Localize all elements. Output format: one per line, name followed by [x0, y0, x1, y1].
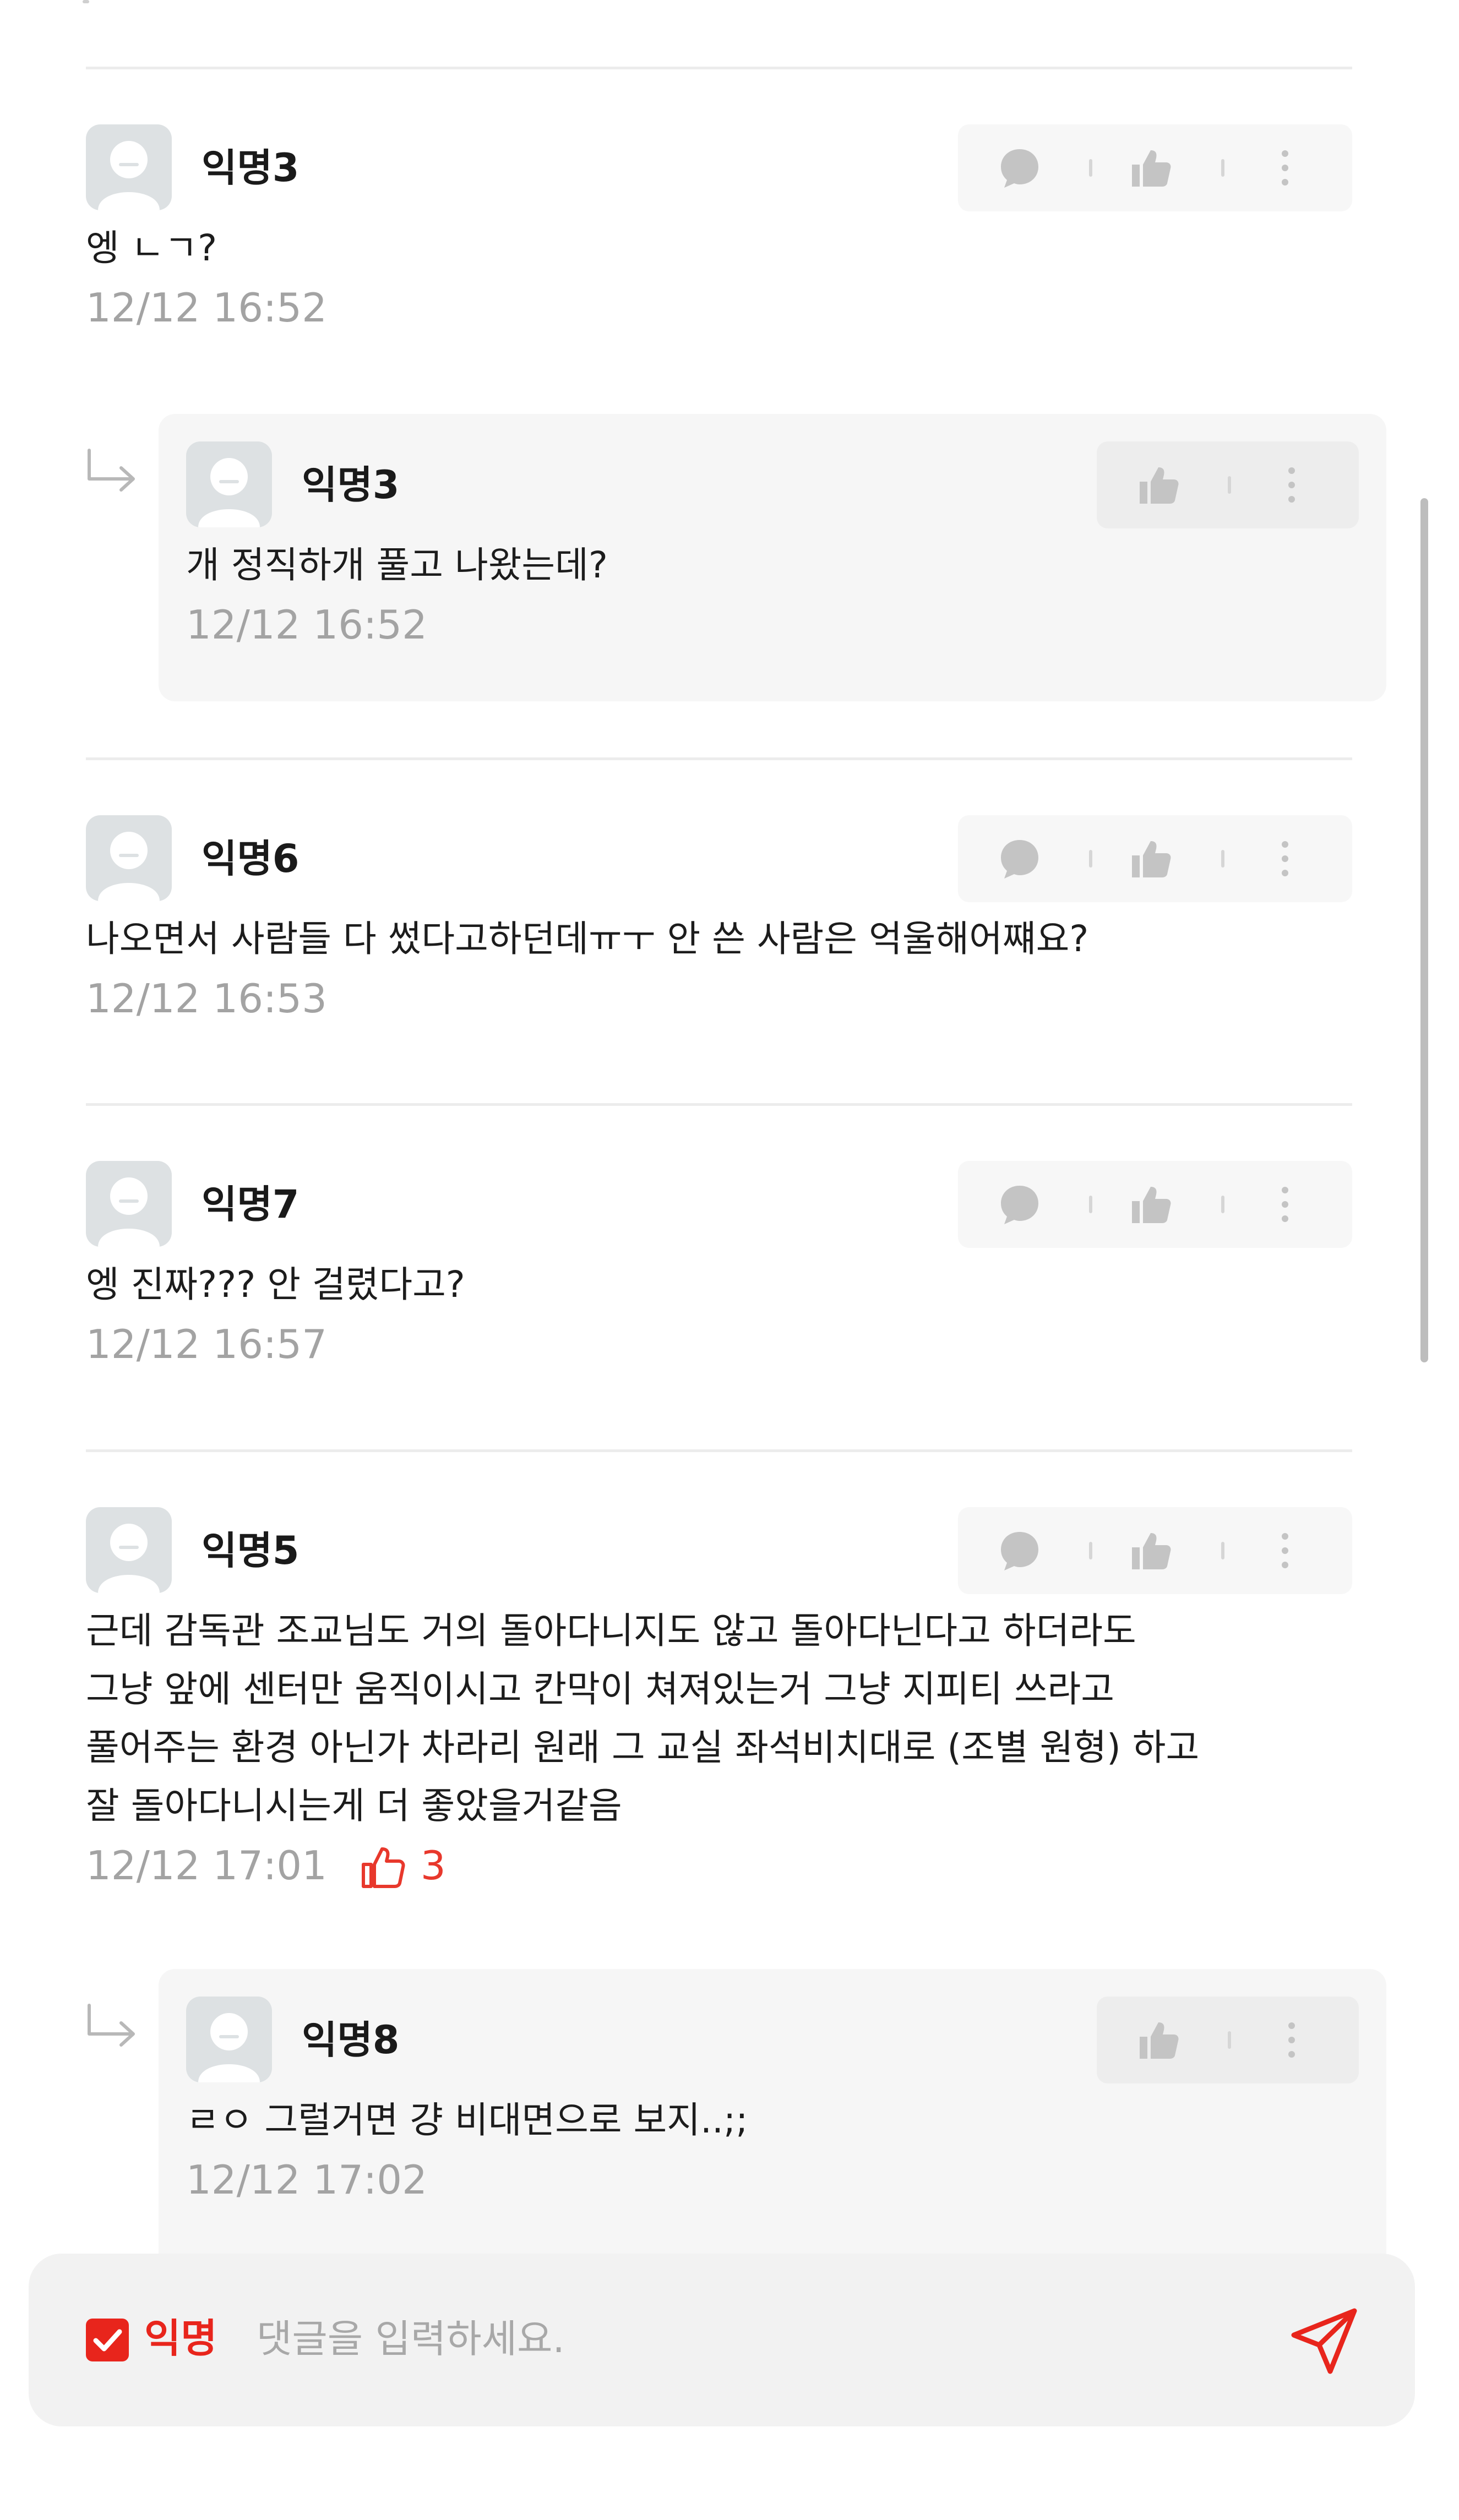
vertical-dots-icon[interactable]	[1263, 1182, 1307, 1226]
comment-text: 근데 감독관 조교님도 거의 돌아다니지도 않고 돌아다닌다고 하더라도 그냥 …	[86, 1610, 1200, 1827]
comment-author: 익명5	[202, 1528, 300, 1573]
vertical-dots-icon[interactable]	[1263, 837, 1307, 881]
speech-bubble-icon[interactable]	[998, 1182, 1042, 1226]
avatar-icon	[86, 1507, 172, 1593]
avatar-icon	[186, 441, 272, 527]
comment-timestamp: 12/12 17:01	[86, 1842, 327, 1889]
thumbs-up-icon[interactable]	[1130, 837, 1174, 881]
divider	[86, 1449, 1352, 1452]
vertical-dots-icon[interactable]	[1270, 463, 1314, 507]
comment: 익명7 엥 진짜??? 안 걸렸다고? 12/12 16:57	[86, 1161, 1352, 1374]
reply-actions	[1097, 441, 1359, 528]
avatar-icon	[86, 124, 172, 210]
reply: 익명8 ㄹㅇ 그럴거면 걍 비대면으로 보지..;; 12/12 17:02	[159, 1969, 1386, 2266]
comment-actions	[958, 1507, 1352, 1594]
comment-author: 익명3	[202, 145, 300, 190]
thumbs-up-outline-icon	[361, 1847, 405, 1889]
comment-text: 엥 ㄴㄱ?	[86, 227, 217, 269]
thumbs-up-icon[interactable]	[1137, 463, 1182, 507]
reply-timestamp: 12/12 17:02	[186, 2157, 427, 2203]
speech-bubble-icon[interactable]	[998, 1529, 1042, 1573]
reply-text: ㄹㅇ 그럴거면 걍 비대면으로 보지..;;	[186, 2099, 748, 2141]
comment: 익명6 나오면서 사람들 다 썼다고하던데ㅠㅜ 안 쓴 사람은 억울해어쨰요? …	[86, 815, 1352, 1029]
reply: 익명3 개 정직하개 풀고 나왔는데? 12/12 16:52	[159, 414, 1386, 701]
previous-comment-edge	[83, 0, 105, 7]
scrollbar[interactable]	[1420, 498, 1428, 1362]
comment: 익명3 엥 ㄴㄱ? 12/12 16:52	[86, 124, 1352, 338]
thumbs-up-icon[interactable]	[1130, 1529, 1174, 1573]
divider	[86, 67, 1352, 69]
anonymous-label[interactable]: 익명	[144, 2311, 217, 2366]
reply-text: 개 정직하개 풀고 나왔는데?	[186, 544, 608, 586]
comment-author: 익명6	[202, 836, 300, 881]
like-count[interactable]: 3	[358, 1835, 446, 1896]
comment-actions	[958, 124, 1352, 211]
comment-text: 나오면서 사람들 다 썼다고하던데ㅠㅜ 안 쓴 사람은 억울해어쨰요?	[86, 918, 1089, 960]
comment-actions	[958, 1161, 1352, 1248]
comment-meta: 12/12 17:01 3	[86, 1835, 1352, 1896]
reply-author: 익명3	[302, 462, 400, 508]
comment-actions	[958, 815, 1352, 902]
reply-arrow-icon	[88, 2004, 135, 2047]
avatar-icon	[86, 1161, 172, 1247]
comment-timestamp: 12/12 16:57	[86, 1321, 327, 1367]
thumbs-up-icon[interactable]	[1130, 146, 1174, 190]
reply-actions	[1097, 1997, 1359, 2083]
divider	[86, 1103, 1352, 1106]
speech-bubble-icon[interactable]	[998, 837, 1042, 881]
comment-author: 익명7	[202, 1182, 300, 1227]
comment-timestamp: 12/12 16:52	[86, 285, 327, 331]
vertical-dots-icon[interactable]	[1263, 1529, 1307, 1573]
comment-text: 엥 진짜??? 안 걸렸다고?	[86, 1263, 465, 1306]
thumbs-up-icon[interactable]	[1130, 1182, 1174, 1226]
avatar-icon	[186, 1997, 272, 2082]
checkbox-checked-icon[interactable]	[86, 2319, 129, 2361]
comment-composer: 익명	[29, 2254, 1415, 2426]
paper-plane-icon	[1291, 2308, 1357, 2374]
reply-arrow-icon	[88, 449, 135, 492]
speech-bubble-icon[interactable]	[998, 146, 1042, 190]
comment-input[interactable]	[257, 2309, 1259, 2369]
reply-author: 익명8	[302, 2017, 400, 2063]
vertical-dots-icon[interactable]	[1270, 2018, 1314, 2062]
avatar-icon	[86, 815, 172, 901]
comment: 익명5 근데 감독관 조교님도 거의 돌아다니지도 않고 돌아다닌다고 하더라도…	[86, 1507, 1352, 1896]
divider	[86, 757, 1352, 760]
vertical-dots-icon[interactable]	[1263, 146, 1307, 190]
send-button[interactable]	[1284, 2300, 1367, 2382]
comment-timestamp: 12/12 16:53	[86, 975, 327, 1022]
thumbs-up-icon[interactable]	[1137, 2018, 1182, 2062]
reply-timestamp: 12/12 16:52	[186, 602, 427, 648]
